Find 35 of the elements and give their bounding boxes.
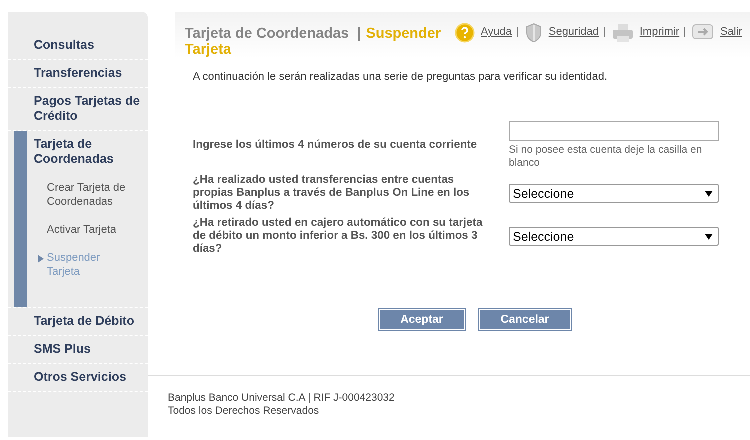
dropdown[interactable]: Seleccione [509, 184, 719, 203]
form-button[interactable]: Cancelar [478, 308, 572, 331]
sidebar-subitem[interactable]: Crear Tarjeta de Coordenadas [47, 181, 131, 209]
field-hint: Si no posee esta cuenta deje la casilla en blanco [509, 144, 704, 170]
link-separator: | [516, 26, 519, 38]
question-label: Ingrese los últimos 4 números de su cuenta corriente [193, 139, 478, 152]
sidebar-item[interactable]: Pagos Tarjetas de Crédito [34, 94, 142, 124]
header-link[interactable]: Imprimir [640, 26, 680, 38]
printer-icon [612, 23, 634, 43]
sidebar-item[interactable]: Tarjeta de Débito [34, 314, 142, 329]
link-separator: | [603, 26, 606, 38]
sidebar-item[interactable]: Transferencias [34, 66, 142, 81]
header-link[interactable]: Salir [720, 26, 742, 38]
footer-text: Banplus Banco Universal C.A | RIF J-000423032 [168, 392, 396, 405]
sidebar-item[interactable]: Otros Servicios [34, 370, 142, 385]
page-title: Tarjeta de Coordenadas | Suspender Tarjeta [185, 26, 442, 58]
header-link[interactable]: Seguridad [548, 26, 600, 38]
sidebar-item[interactable]: SMS Plus [34, 342, 142, 357]
footer-text: Todos los Derechos Reservados [168, 405, 320, 418]
form-button[interactable]: Aceptar [378, 308, 466, 331]
shield-icon [524, 23, 543, 43]
header-link[interactable]: Ayuda [481, 26, 512, 38]
sidebar-subitem[interactable]: Activar Tarjeta [47, 223, 131, 237]
sidebar-item[interactable]: Tarjeta de Coordenadas [34, 137, 142, 167]
link-separator: | [684, 26, 686, 38]
sidebar-item[interactable]: Consultas [34, 38, 142, 53]
caret-icon [705, 232, 713, 240]
intro-text: A continuación le serán realizadas una serie de preguntas para verificar su identidad. [193, 71, 609, 83]
exit-icon [692, 23, 714, 41]
input-field[interactable] [509, 121, 719, 141]
question-label: ¿Ha realizado usted transferencias entre cuentas propias Banplus a través de Banplus On Line en los últimos 4 días? [193, 174, 471, 213]
dropdown[interactable]: Seleccione [509, 227, 719, 246]
help-icon [455, 23, 475, 43]
question-label: ¿Ha retirado usted en cajero automático con su tarjeta de débito un monto inferior a Bs. 300 en los últimos 3 días? [193, 217, 484, 256]
caret-icon [705, 190, 713, 198]
